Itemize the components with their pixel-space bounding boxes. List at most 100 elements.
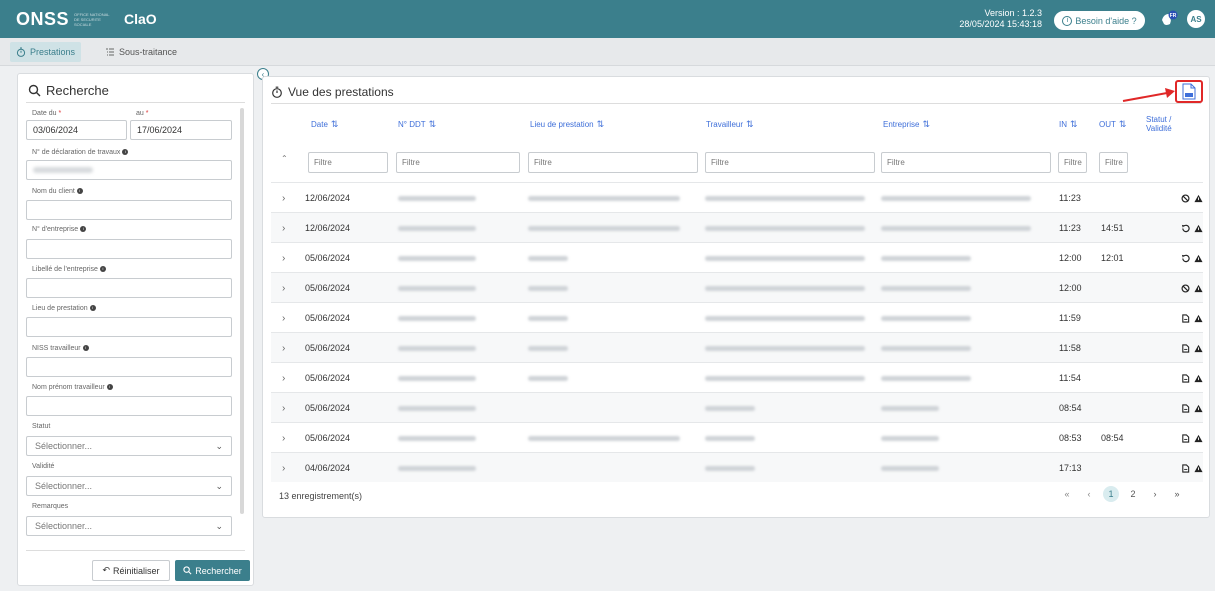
redacted-bar (398, 225, 476, 231)
place-input[interactable] (26, 317, 232, 337)
expand-row-icon[interactable]: › (282, 303, 285, 333)
filter-in-input[interactable]: Filtre (1058, 152, 1087, 173)
redacted-bar (398, 435, 476, 441)
expand-row-icon[interactable]: › (282, 273, 285, 303)
reset-button-label: Réinitialiser (113, 565, 160, 576)
expand-row-icon[interactable]: › (282, 213, 285, 243)
table-row[interactable]: › 05/06/2024 08:54 (271, 392, 1203, 422)
chevron-down-icon: ⌄ (215, 520, 223, 531)
worker-name-input[interactable] (26, 396, 232, 416)
column-header-travailleur[interactable]: Travailleur ⇅ (706, 110, 754, 138)
tab-sous-traitance[interactable]: Sous-traitance (99, 42, 183, 62)
user-avatar[interactable]: AS (1187, 10, 1205, 28)
expand-row-icon[interactable]: › (282, 453, 285, 483)
column-header-entreprise[interactable]: Entreprise ⇅ (883, 110, 930, 138)
company-name-label: Libellé de l'entreprise i (32, 266, 106, 273)
redacted-bar (881, 225, 1031, 231)
company-name-input[interactable] (26, 278, 232, 298)
redacted-bar (705, 225, 865, 231)
sort-icon: ⇅ (922, 118, 931, 129)
page-button-2[interactable]: 2 (1125, 486, 1141, 502)
table-row[interactable]: › 05/06/2024 12:00 12:01 (271, 242, 1203, 272)
last-page-icon[interactable]: » (1169, 486, 1185, 502)
company-name-label-text: Libellé de l'entreprise (32, 266, 98, 273)
warning-icon (1194, 224, 1203, 232)
redacted-bar (705, 315, 865, 321)
redacted-entreprise (881, 333, 971, 363)
column-header-date[interactable]: Date ⇅ (311, 110, 338, 138)
reset-button[interactable]: ↶ Réinitialiser (92, 560, 170, 581)
column-header-ddt[interactable]: N° DDT ⇅ (398, 110, 436, 138)
previous-page-icon[interactable]: ‹ (1081, 486, 1097, 502)
table-row[interactable]: › 12/06/2024 11:23 (271, 182, 1203, 212)
remarques-select[interactable]: Sélectionner... ⌄ (26, 516, 232, 536)
export-csv-button[interactable] (1175, 80, 1203, 103)
onss-logo[interactable]: ONSS OFFICE NATIONAL DE SECURITE SOCIALE (16, 6, 114, 32)
redacted-travailleur (705, 423, 755, 453)
language-icon[interactable]: FR (1160, 10, 1178, 28)
stopwatch-icon (272, 86, 282, 98)
help-button[interactable]: i Besoin d'aide ? (1054, 11, 1145, 30)
required-mark: * (58, 110, 62, 117)
filter-out-input[interactable]: Filtre (1099, 152, 1128, 173)
ddt-input[interactable] (26, 160, 232, 180)
filter-entreprise-input[interactable]: Filtre (881, 152, 1051, 173)
table-row[interactable]: › 05/06/2024 11:58 (271, 332, 1203, 362)
filter-lieu-input[interactable]: Filtre (528, 152, 698, 173)
redacted-travailleur (705, 363, 865, 393)
next-page-icon[interactable]: › (1147, 486, 1163, 502)
table-row[interactable]: › 05/06/2024 08:53 08:54 (271, 422, 1203, 452)
required-mark: * (145, 110, 149, 117)
expand-row-icon[interactable]: › (282, 243, 285, 273)
warning-icon (1194, 344, 1203, 352)
table-row[interactable]: › 12/06/2024 11:23 14:51 (271, 212, 1203, 242)
scrollbar[interactable] (240, 108, 244, 514)
table-row[interactable]: › 04/06/2024 17:13 (271, 452, 1203, 482)
expand-row-icon[interactable]: › (282, 393, 285, 423)
expand-row-icon[interactable]: › (282, 333, 285, 363)
column-header-lieu[interactable]: Lieu de prestation ⇅ (530, 110, 604, 138)
table-row[interactable]: › 05/06/2024 12:00 (271, 272, 1203, 302)
niss-label: NISS travailleur i (32, 345, 89, 352)
date-from-input[interactable]: 03/06/2024 (26, 120, 127, 140)
chevron-double-up-icon[interactable]: ⌃ (281, 154, 288, 163)
divider (26, 102, 245, 103)
table-row[interactable]: › 05/06/2024 11:54 (271, 362, 1203, 392)
redacted-ddt (398, 303, 476, 333)
table-row[interactable]: › 05/06/2024 11:59 (271, 302, 1203, 332)
column-header-statut[interactable]: Statut / Validité (1146, 110, 1172, 138)
company-number-label: N° d'entreprise i (32, 226, 87, 233)
validite-select[interactable]: Sélectionner... ⌄ (26, 476, 232, 496)
redacted-ddt (398, 333, 476, 363)
redacted-bar (398, 375, 476, 381)
logo-subtitle: OFFICE NATIONAL DE SECURITE SOCIALE (74, 11, 110, 27)
csv-file-icon (1182, 83, 1196, 100)
row-out-time: 12:01 (1101, 253, 1124, 263)
row-in-time: 11:54 (1059, 373, 1081, 383)
page-button-1[interactable]: 1 (1103, 486, 1119, 502)
statut-select[interactable]: Sélectionner... ⌄ (26, 436, 232, 456)
first-page-icon[interactable]: « (1059, 486, 1075, 502)
filter-ddt-input[interactable]: Filtre (396, 152, 520, 173)
expand-row-icon[interactable]: › (282, 423, 285, 453)
expand-row-icon[interactable]: › (282, 183, 285, 213)
expand-row-icon[interactable]: › (282, 363, 285, 393)
search-panel: Recherche Date du * au * 03/06/2024 17/0… (17, 73, 254, 586)
filter-date-input[interactable]: Filtre (308, 152, 388, 173)
row-status (1181, 183, 1203, 213)
validite-select-value: Sélectionner... (35, 481, 93, 491)
date-to-input[interactable]: 17/06/2024 (130, 120, 232, 140)
company-number-input[interactable] (26, 239, 232, 259)
niss-input[interactable] (26, 357, 232, 377)
column-header-in[interactable]: IN ⇅ (1059, 110, 1078, 138)
filter-travailleur-input[interactable]: Filtre (705, 152, 875, 173)
redacted-ddt (398, 453, 476, 483)
column-header-out[interactable]: OUT ⇅ (1099, 110, 1126, 138)
search-button[interactable]: Rechercher (175, 560, 250, 581)
tab-prestations[interactable]: Prestations (10, 42, 82, 62)
row-status (1181, 393, 1203, 423)
client-input[interactable] (26, 200, 232, 220)
remarques-select-value: Sélectionner... (35, 521, 93, 531)
undo-icon: ↶ (102, 565, 110, 575)
redacted-entreprise (881, 303, 971, 333)
